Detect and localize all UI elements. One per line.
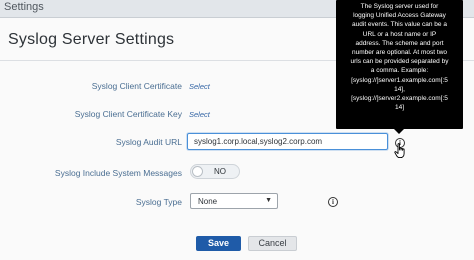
tooltip-line: [syslog://]server2.example.com[:5 (351, 95, 448, 103)
toggle-knob (192, 166, 203, 177)
save-button[interactable]: Save (196, 236, 241, 251)
tooltip-line: a comma. Example: (370, 67, 429, 75)
syslog-type-select[interactable]: None ▼ (190, 193, 278, 209)
tooltip-line: The Syslog server used for (360, 3, 439, 10)
hand-pointer-icon (394, 143, 405, 159)
tooltip-arrow (394, 129, 404, 134)
cancel-button[interactable]: Cancel (248, 236, 297, 251)
tooltip-line: number are optional. At most two (351, 49, 448, 57)
toggle-state-text: NO (214, 167, 226, 176)
tooltip-line: [syslog://]server1.example.com[:5 (351, 76, 448, 84)
client-certificate-label: Syslog Client Certificate (91, 81, 182, 91)
client-certificate-key-select-link[interactable]: Select (189, 110, 210, 119)
syslog-type-info-icon[interactable]: i (328, 197, 338, 207)
tooltip-line: urls can be provided separated by (350, 58, 449, 66)
audit-url-input[interactable]: syslog1.corp.local,syslog2.corp.com (187, 133, 388, 150)
tooltip-line: logging Unified Access Gateway (353, 12, 446, 20)
tooltip-line: 14] (394, 104, 405, 112)
page-title: Syslog Server Settings (8, 31, 175, 48)
syslog-type-selected-value: None (198, 197, 218, 206)
client-certificate-key-label: Syslog Client Certificate Key (74, 109, 182, 119)
tooltip-line: address. The scheme and port (355, 39, 444, 47)
include-system-messages-label: Syslog Include System Messages (54, 168, 182, 178)
tooltip-line: audit events. This value can be a (352, 21, 447, 29)
tooltip-line: URL or a host name or IP (362, 30, 437, 38)
topbar-title: Settings (4, 1, 44, 13)
audit-url-label: Syslog Audit URL (115, 137, 182, 147)
tooltip-line: 14], (394, 85, 405, 93)
audit-url-tooltip: The Syslog server used for logging Unifi… (336, 0, 463, 129)
client-certificate-select-link[interactable]: Select (189, 82, 210, 91)
syslog-type-label: Syslog Type (135, 197, 182, 207)
include-system-messages-toggle[interactable]: NO (190, 164, 240, 179)
chevron-down-icon: ▼ (265, 197, 272, 204)
